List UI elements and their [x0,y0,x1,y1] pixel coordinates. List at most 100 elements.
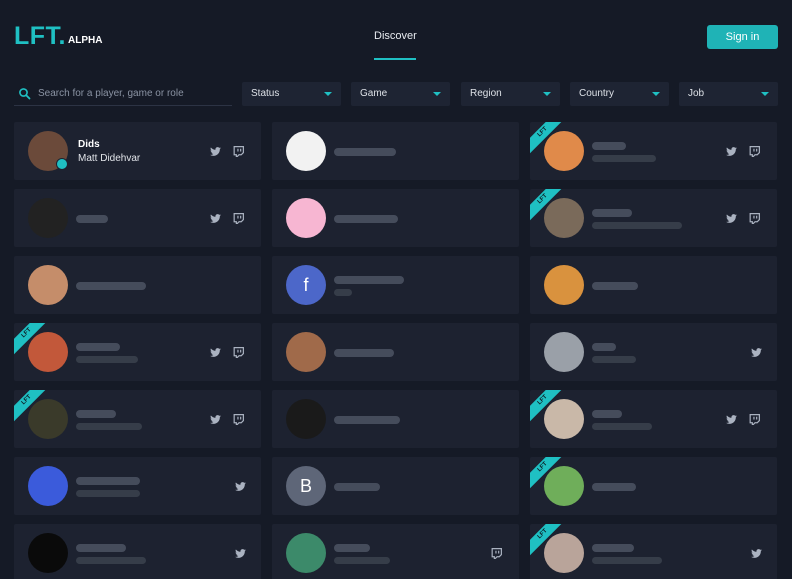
blurred-player-name [334,276,404,284]
sign-in-button[interactable]: Sign in [707,25,778,49]
verified-check-icon [56,158,68,170]
chevron-down-icon [433,92,441,96]
top-header: LFT. ALPHA Discover Sign in [0,0,792,72]
blurred-player-realname [76,557,146,564]
player-card[interactable]: LFT [14,390,261,448]
blurred-player-realname [592,557,662,564]
player-card[interactable]: LFT [530,122,777,180]
blurred-player-realname [592,356,636,363]
twitch-icon[interactable] [490,547,503,559]
search-bar [14,82,232,106]
player-card[interactable]: LFT [530,189,777,247]
twitch-icon[interactable] [232,346,245,358]
game-filter-dropdown[interactable]: Game [351,82,450,106]
blurred-player-name [76,477,140,485]
twitter-icon[interactable] [234,547,247,559]
blurred-player-realname [592,155,656,162]
twitter-icon[interactable] [234,480,247,492]
blurred-player-name [76,215,108,223]
twitch-icon[interactable] [232,145,245,157]
avatar [28,332,68,372]
country-filter-dropdown[interactable]: Country [570,82,669,106]
player-card[interactable]: LFT [530,457,777,515]
active-tab-underline [374,58,416,60]
player-card[interactable]: Dids Matt Didehvar [14,122,261,180]
blurred-player-name [334,215,398,223]
twitch-icon[interactable] [232,212,245,224]
lft-logo[interactable]: LFT. ALPHA [14,24,103,49]
logo-alpha-text: ALPHA [68,35,103,46]
blurred-player-name [76,410,116,418]
twitter-icon[interactable] [750,547,763,559]
twitter-icon[interactable] [209,145,222,157]
player-card[interactable]: LFT [14,323,261,381]
player-card[interactable] [530,323,777,381]
blurred-player-realname [76,423,142,430]
avatar [28,466,68,506]
player-card[interactable]: LFT [530,524,777,579]
blurred-player-realname [334,289,352,296]
avatar: B [286,466,326,506]
player-card[interactable] [272,323,519,381]
avatar [544,265,584,305]
avatar [544,332,584,372]
twitch-icon[interactable] [748,413,761,425]
blurred-player-name [592,410,622,418]
twitch-icon[interactable] [748,145,761,157]
twitter-icon[interactable] [209,212,222,224]
blurred-player-name [592,282,638,290]
blurred-player-name [76,544,126,552]
player-card[interactable] [14,457,261,515]
region-filter-dropdown[interactable]: Region [461,82,560,106]
twitter-icon[interactable] [750,346,763,358]
player-card[interactable] [14,189,261,247]
blurred-player-name [76,282,146,290]
avatar [544,198,584,238]
status-filter-dropdown[interactable]: Status [242,82,341,106]
blurred-player-name [592,483,636,491]
twitter-icon[interactable] [209,346,222,358]
job-filter-label: Job [688,88,705,99]
player-card[interactable] [530,256,777,314]
player-card[interactable]: LFT [530,390,777,448]
chevron-down-icon [324,92,332,96]
blurred-player-name [334,349,394,357]
player-card[interactable] [272,122,519,180]
twitter-icon[interactable] [725,413,738,425]
twitch-icon[interactable] [748,212,761,224]
avatar [286,198,326,238]
player-name: Dids [78,139,100,150]
job-filter-dropdown[interactable]: Job [679,82,778,106]
player-card[interactable] [14,256,261,314]
nav-discover-link[interactable]: Discover [374,30,417,42]
player-card[interactable]: f [272,256,519,314]
avatar [544,131,584,171]
avatar [286,533,326,573]
blurred-player-name [592,142,626,150]
player-card[interactable] [272,524,519,579]
chevron-down-icon [543,92,551,96]
avatar [544,533,584,573]
blurred-player-realname [592,423,652,430]
chevron-down-icon [761,92,769,96]
blurred-player-realname [76,490,140,497]
player-card[interactable] [14,524,261,579]
avatar: f [286,265,326,305]
player-card[interactable]: B [272,457,519,515]
avatar [286,399,326,439]
twitter-icon[interactable] [725,145,738,157]
avatar [544,466,584,506]
search-input[interactable] [38,88,228,99]
status-filter-label: Status [251,88,280,99]
avatar [544,399,584,439]
twitter-icon[interactable] [209,413,222,425]
region-filter-label: Region [470,88,502,99]
blurred-player-name [334,148,396,156]
player-card[interactable] [272,390,519,448]
player-card[interactable] [272,189,519,247]
blurred-player-name [76,343,120,351]
twitter-icon[interactable] [725,212,738,224]
twitch-icon[interactable] [232,413,245,425]
avatar [286,332,326,372]
avatar [28,198,68,238]
